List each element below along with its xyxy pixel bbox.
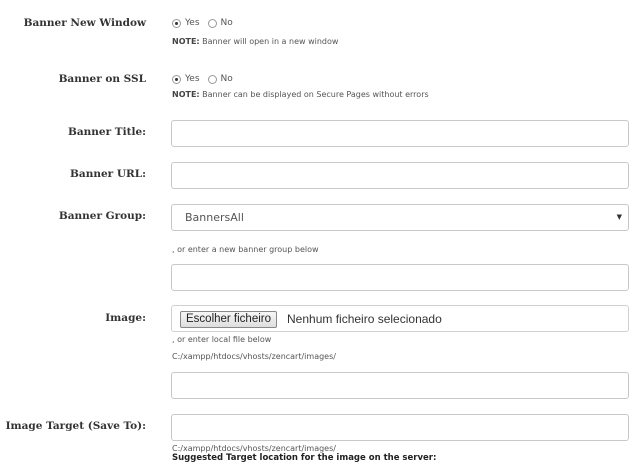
image-target-path: C:/xampp/htdocs/vhosts/zencart/images/ <box>172 444 336 453</box>
banner-on-ssl-yes-label: Yes <box>185 74 200 84</box>
banner-on-ssl-note-text: Banner can be displayed on Secure Pages … <box>199 90 429 99</box>
banner-new-window-note-text: Banner will open in a new window <box>199 37 339 46</box>
banner-new-window-no-radio[interactable] <box>207 18 217 28</box>
banner-new-window-no-label: No <box>220 18 233 28</box>
banner-on-ssl-label: Banner on SSL <box>58 73 146 85</box>
banner-group-selected-value: BannersAll <box>185 211 244 224</box>
banner-group-hint: , or enter a new banner group below <box>172 245 319 254</box>
banner-group-label: Banner Group: <box>58 210 146 222</box>
image-local-file-input[interactable] <box>171 372 629 399</box>
image-target-label: Image Target (Save To): <box>5 420 146 432</box>
banner-on-ssl-note: NOTE: Banner can be displayed on Secure … <box>172 90 429 99</box>
image-hint: , or enter local file below <box>172 335 272 344</box>
banner-new-window-radio-group: Yes No <box>172 18 241 28</box>
banner-url-label: Banner URL: <box>70 168 146 180</box>
banner-new-window-note-prefix: NOTE: <box>172 37 200 46</box>
image-target-input[interactable] <box>171 414 629 441</box>
banner-on-ssl-no-radio[interactable] <box>207 74 217 84</box>
banner-title-label: Banner Title: <box>67 126 146 138</box>
banner-on-ssl-yes-radio[interactable] <box>172 74 181 84</box>
banner-group-select[interactable]: BannersAll ▼ <box>171 204 629 231</box>
banner-new-window-label: Banner New Window <box>23 17 146 29</box>
banner-on-ssl-note-prefix: NOTE: <box>172 90 200 99</box>
banner-url-input[interactable] <box>171 162 629 189</box>
choose-file-button[interactable]: Escolher ficheiro <box>180 311 278 328</box>
file-status-text: Nenhum ficheiro selecionado <box>287 312 442 326</box>
banner-title-input[interactable] <box>171 120 629 147</box>
image-file-picker[interactable]: Escolher ficheiro Nenhum ficheiro seleci… <box>171 305 629 332</box>
banner-new-window-yes-radio[interactable] <box>172 18 181 28</box>
banner-new-window-yes-label: Yes <box>185 18 200 28</box>
image-target-suggested-text: Suggested Target location for the image … <box>172 453 437 463</box>
image-path: C:/xampp/htdocs/vhosts/zencart/images/ <box>172 352 336 361</box>
new-banner-group-input[interactable] <box>171 264 629 291</box>
banner-on-ssl-no-label: No <box>220 74 233 84</box>
chevron-down-icon: ▼ <box>616 213 622 221</box>
image-label: Image: <box>105 312 146 324</box>
banner-new-window-note: NOTE: Banner will open in a new window <box>172 37 338 46</box>
banner-on-ssl-radio-group: Yes No <box>172 74 241 84</box>
